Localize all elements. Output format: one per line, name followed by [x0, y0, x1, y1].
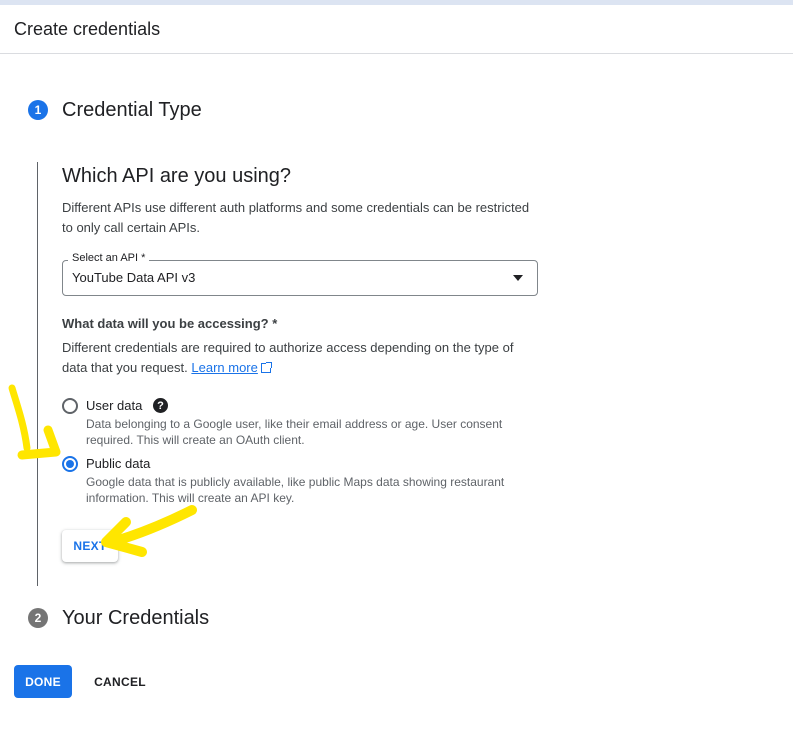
public-data-description: Google data that is publicly available, …	[86, 475, 505, 505]
step-1-title: Credential Type	[62, 99, 202, 121]
public-data-label[interactable]: Public data	[86, 456, 150, 471]
section-description: Different APIs use different auth platfo…	[62, 200, 530, 235]
cancel-button[interactable]: CANCEL	[88, 665, 152, 698]
external-link-icon[interactable]	[260, 362, 272, 373]
api-select-value[interactable]: YouTube Data API v3	[72, 270, 195, 285]
page-title: Create credentials	[14, 19, 161, 39]
step-connector-line	[37, 162, 38, 586]
learn-more-label[interactable]: Learn more	[191, 360, 257, 375]
data-question-label: What data will you be accessing? *	[62, 316, 278, 331]
learn-more-link[interactable]: Learn more	[191, 360, 272, 375]
annotation-arrow-to-radio	[8, 384, 31, 452]
user-data-description: Data belonging to a Google user, like th…	[86, 417, 503, 447]
step-1-number: 1	[28, 100, 48, 120]
data-question-text: Different credentials are required to au…	[62, 340, 514, 375]
api-select-label: Select an API *	[68, 252, 150, 264]
annotation-arrow-to-next	[107, 505, 197, 547]
dropdown-caret-icon[interactable]	[513, 275, 523, 281]
public-data-radio[interactable]	[62, 456, 78, 472]
data-question-description: Different credentials are required to au…	[62, 338, 542, 378]
page-header: Create credentials	[0, 5, 793, 54]
help-circle-icon[interactable]: ?	[153, 398, 168, 413]
user-data-radio[interactable]	[62, 398, 78, 414]
section-heading: Which API are you using?	[62, 165, 292, 187]
done-button[interactable]: DONE	[14, 665, 72, 698]
step-2-number: 2	[28, 608, 48, 628]
next-button[interactable]: NEXT	[62, 530, 118, 562]
annotation-arrow-head-radio	[17, 425, 61, 460]
step-2-title: Your Credentials	[62, 607, 210, 629]
user-data-label[interactable]: User data	[86, 398, 142, 413]
